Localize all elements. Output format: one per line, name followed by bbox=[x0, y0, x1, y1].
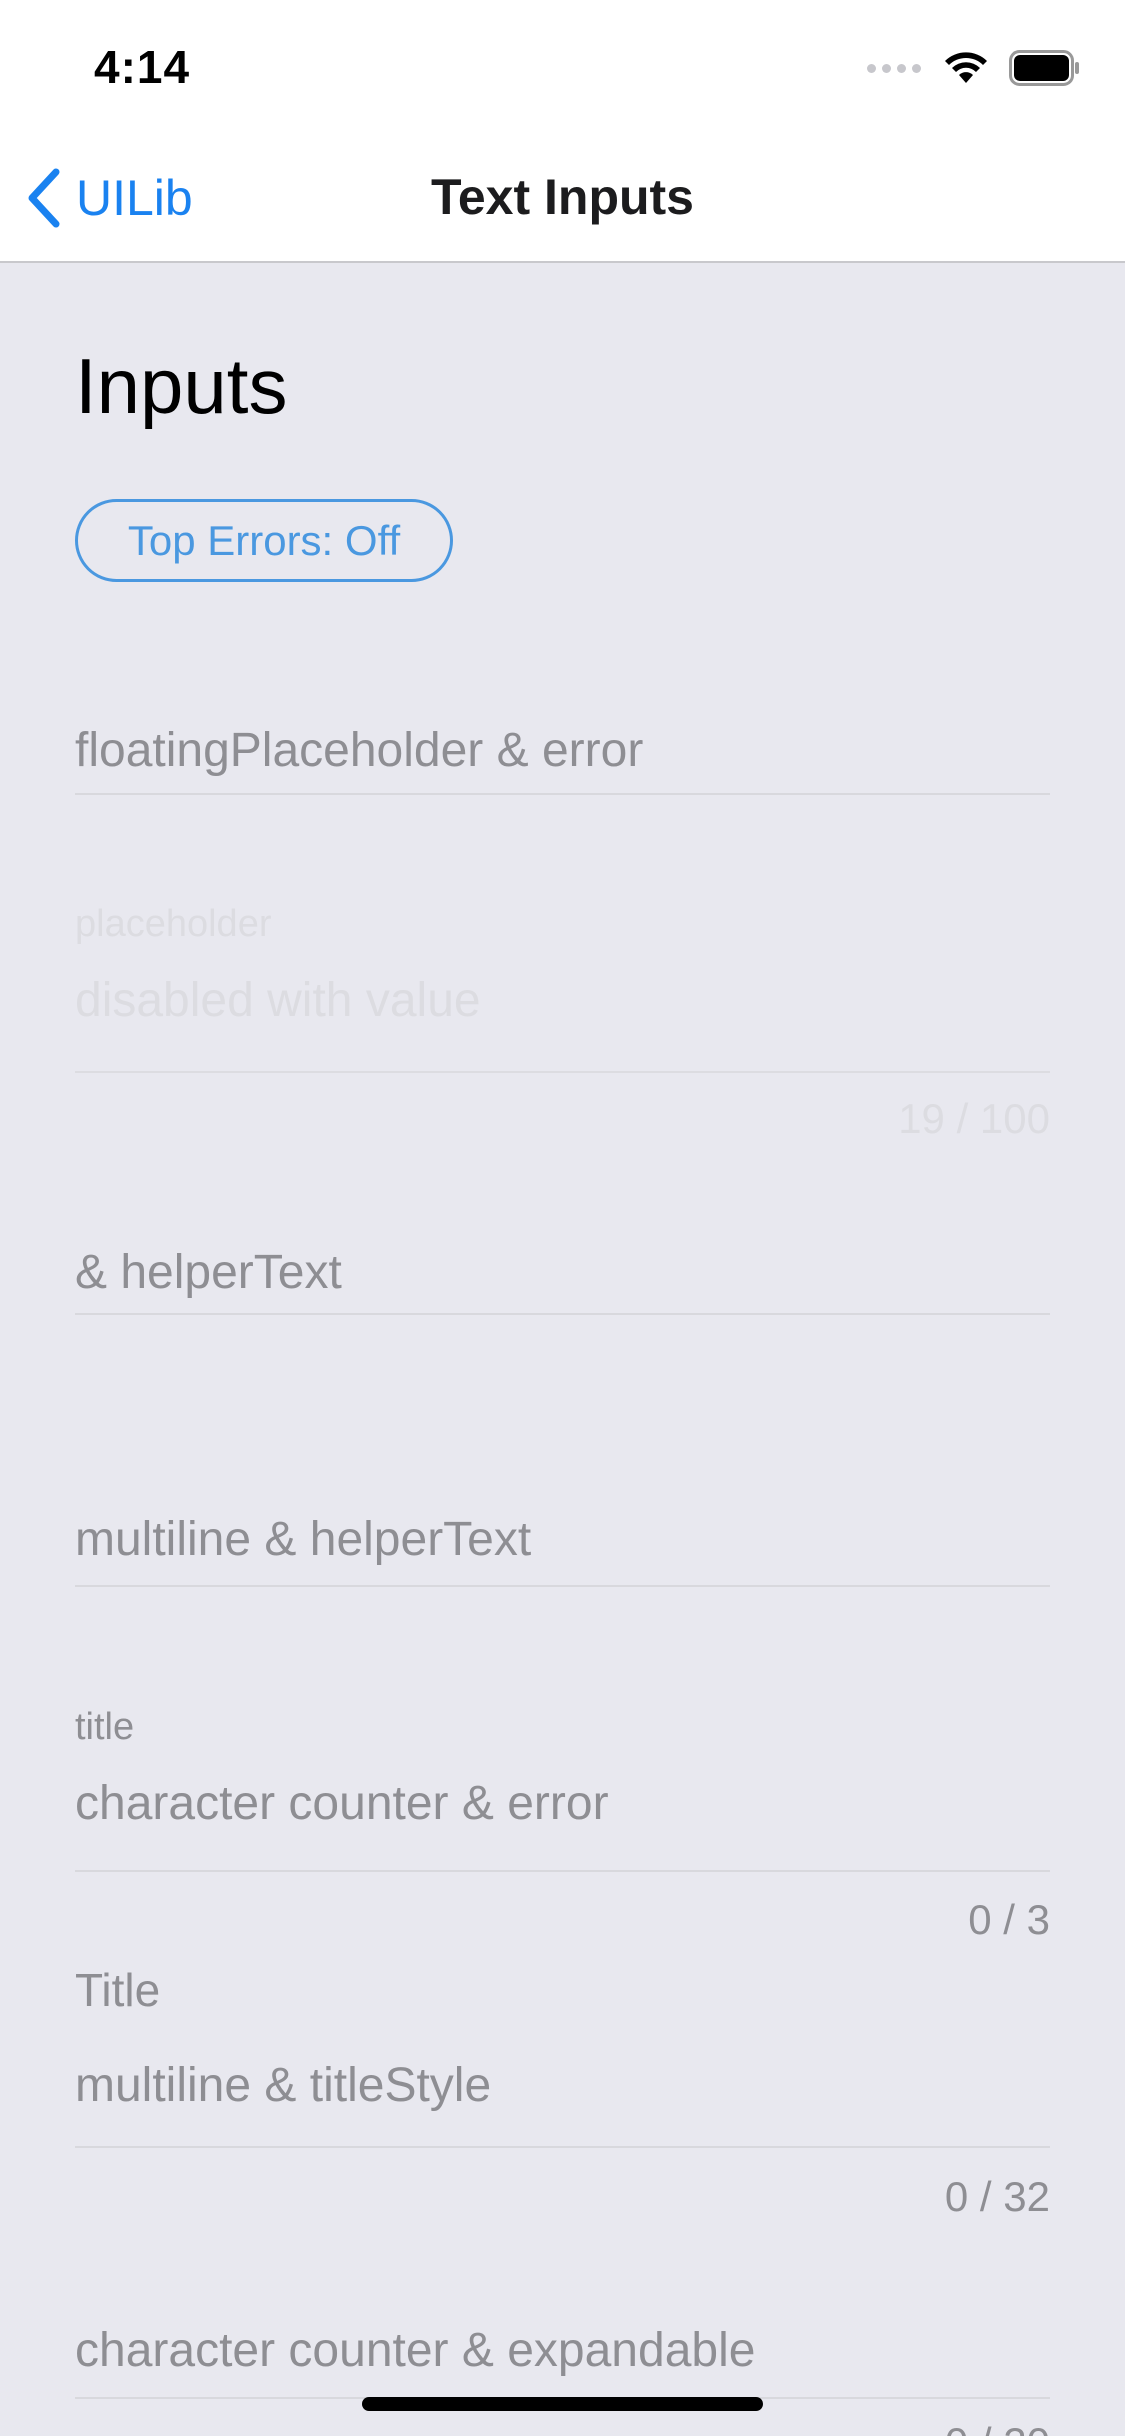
content-scroll-view[interactable]: Inputs Top Errors: Off floatingPlacehold… bbox=[0, 263, 1125, 2436]
text-field-disabled: placeholder disabled with value 19 / 100 bbox=[75, 903, 1050, 1142]
chevron-left-icon bbox=[28, 168, 60, 227]
status-bar: 4:14 bbox=[0, 0, 1125, 132]
text-field-underline bbox=[75, 1071, 1050, 1073]
cellular-signal-icon bbox=[867, 63, 921, 73]
home-indicator[interactable] bbox=[362, 2397, 763, 2411]
text-field-placeholder: & helperText bbox=[75, 1246, 342, 1299]
text-field-underline bbox=[75, 1313, 1050, 1315]
status-icons bbox=[867, 48, 1081, 88]
character-counter: 0 / 32 bbox=[944, 2173, 1050, 2220]
text-field-character-counter-expandable[interactable]: character counter & expandable 0 / 20 bbox=[75, 2323, 1050, 2436]
navigation-bar: Text Inputs UILib bbox=[0, 132, 1125, 263]
text-field-placeholder: character counter & error bbox=[75, 1777, 609, 1830]
back-button[interactable]: UILib bbox=[24, 132, 193, 263]
top-errors-toggle-button[interactable]: Top Errors: Off bbox=[75, 499, 453, 582]
text-field-placeholder: character counter & expandable bbox=[75, 2324, 756, 2377]
text-field-label: title bbox=[75, 1706, 135, 1748]
text-field-underline bbox=[75, 2146, 1050, 2148]
text-field-multiline-title-style[interactable]: Title multiline & titleStyle 0 / 32 bbox=[75, 1963, 1050, 2220]
text-field-placeholder: multiline & helperText bbox=[75, 1513, 532, 1566]
character-counter: 0 / 3 bbox=[968, 1896, 1050, 1943]
text-field-placeholder: multiline & titleStyle bbox=[75, 2059, 492, 2112]
text-field-underline bbox=[75, 1870, 1050, 1872]
text-field-value: disabled with value bbox=[75, 974, 481, 1027]
character-counter: 19 / 100 bbox=[898, 1095, 1050, 1142]
character-counter: 0 / 20 bbox=[945, 2419, 1050, 2436]
text-field-multiline-helper-text[interactable]: multiline & helperText bbox=[75, 1512, 1050, 1587]
text-field-underline bbox=[75, 1585, 1050, 1587]
text-field-floating-placeholder[interactable]: floatingPlaceholder & error bbox=[75, 723, 1050, 795]
battery-full-icon bbox=[1009, 50, 1079, 86]
back-label: UILib bbox=[76, 169, 193, 226]
text-field-underline bbox=[75, 793, 1050, 795]
text-field-label: placeholder bbox=[75, 903, 272, 945]
text-field-character-counter-error[interactable]: title character counter & error 0 / 3 bbox=[75, 1706, 1050, 1946]
status-time: 4:14 bbox=[94, 41, 191, 93]
text-field-title: Title bbox=[75, 1964, 161, 2016]
wifi-icon bbox=[945, 52, 987, 83]
text-field-helper-text[interactable]: & helperText bbox=[75, 1245, 1050, 1315]
text-field-placeholder: floatingPlaceholder & error bbox=[75, 724, 644, 777]
page-heading: Inputs bbox=[75, 342, 288, 430]
